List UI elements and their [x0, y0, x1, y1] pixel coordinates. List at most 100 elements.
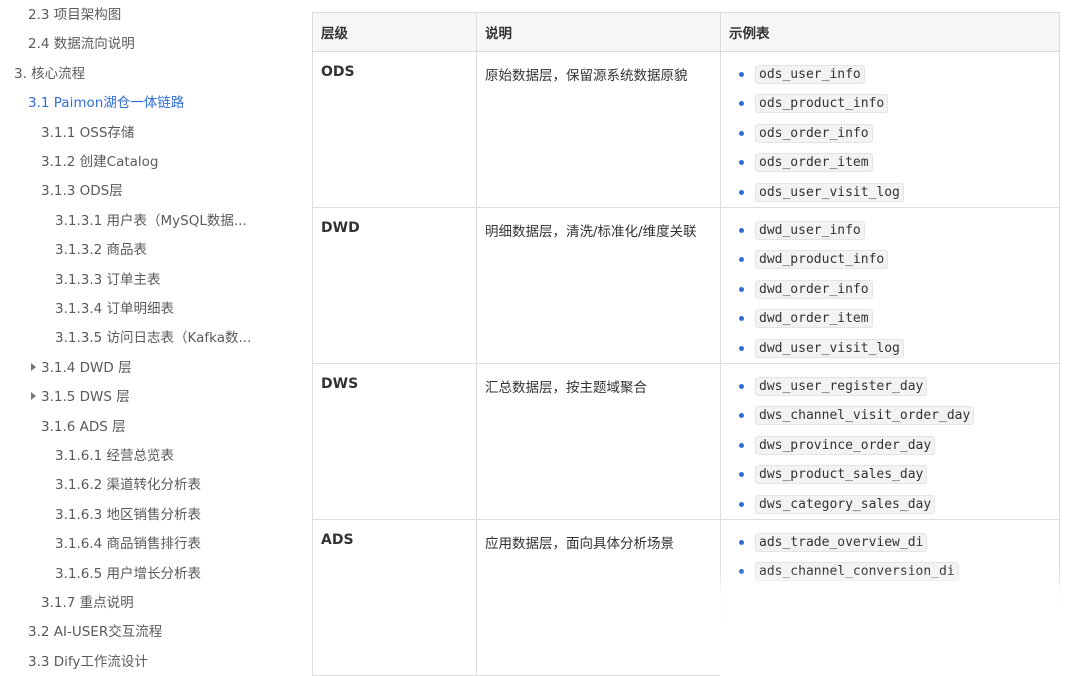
example-tables-cell: ads_trade_overview_di ads_channel_convers…: [720, 519, 1060, 676]
toc-item[interactable]: 3.1.3.3 订单主表: [55, 267, 161, 293]
layer-table-container: 层级 说明 示例表 ODS 原始数据层，保留源系统数据原貌 ods_user_inf…: [312, 12, 1060, 676]
toc-item[interactable]: 3.1.3.2 商品表: [55, 237, 147, 263]
bullet-icon: [739, 540, 744, 545]
toc-item[interactable]: 3.1.3.1 用户表（MySQL数据...: [55, 208, 247, 234]
toc-item[interactable]: 3.1.3 ODS层: [41, 178, 123, 204]
bullet-icon: [739, 413, 744, 419]
description-cell: 明细数据层，清洗/标准化/维度关联: [476, 207, 721, 364]
toc-item[interactable]: 3.1.6.5 用户增长分析表: [55, 561, 201, 587]
bullet-icon: [739, 286, 744, 292]
description-cell: 汇总数据层，按主题域聚合: [476, 363, 721, 520]
toc-item[interactable]: 3.1.7 重点说明: [41, 590, 134, 616]
toc-item-label: 3.1.6.5 用户增长分析表: [55, 565, 202, 582]
list-item: dws_province_order_day: [729, 431, 1051, 460]
toc-item-label: 3. 核心流程: [14, 65, 86, 82]
layer-cell: ODS: [312, 51, 477, 208]
bullet-icon: [739, 316, 744, 322]
toc-item[interactable]: 3.1.6 ADS 层: [41, 414, 126, 440]
list-item: ads_channel_conversion_di: [729, 557, 1051, 586]
toc-item[interactable]: 2.4 数据流向说明: [28, 31, 135, 57]
caret-right-icon[interactable]: [31, 362, 36, 371]
toc-item[interactable]: 3.2 AI-USER交互流程: [28, 619, 162, 645]
table-name-code: dws_product_sales_day: [755, 465, 928, 485]
list-item: dws_channel_visit_order_day: [729, 401, 1051, 430]
table-name-code: dwd_user_info: [755, 221, 865, 240]
toc-item[interactable]: 3.1.6.2 渠道转化分析表: [55, 472, 201, 498]
toc-item[interactable]: 3.3 Dify工作流设计: [28, 649, 148, 675]
layer-table: 层级 说明 示例表 ODS 原始数据层，保留源系统数据原貌 ods_user_inf…: [312, 12, 1060, 676]
example-table-list: ods_user_info ods_product_info ods_order_i…: [729, 60, 1051, 207]
bullet-icon: [739, 189, 744, 195]
table-name-code: dws_province_order_day: [755, 435, 936, 455]
example-tables-cell: ods_user_info ods_product_info ods_order_i…: [720, 51, 1060, 208]
table-name-code: ods_order_info: [755, 123, 873, 143]
table-name-code: dws_channel_visit_order_day: [755, 406, 975, 426]
bullet-icon: [739, 345, 744, 351]
toc-item-label: 3.1.6.1 经营总览表: [55, 448, 175, 464]
table-name-code: ods_order_item: [755, 153, 873, 173]
toc-item-label: 3.1.3 ODS层: [41, 183, 123, 200]
toc-item-label: 2.3 项目架构图: [28, 7, 122, 23]
toc-item-label: 3.1.6.3 地区销售分析表: [55, 506, 202, 523]
toc-item[interactable]: 3.1.6.3 地区销售分析表: [55, 502, 201, 528]
table-row: ODS 原始数据层，保留源系统数据原貌 ods_user_info ods_produ…: [312, 51, 1060, 208]
table-name-code: ads_channel_conversion_di: [755, 562, 959, 582]
example-table-list: dws_user_register_day dws_channel_visit_o…: [729, 372, 1051, 519]
bullet-icon: [739, 472, 744, 478]
toc-item[interactable]: 3.1.5 DWS 层: [31, 384, 130, 410]
table-name-code: dwd_order_item: [755, 309, 873, 329]
list-item: dws_user_register_day: [729, 372, 1051, 401]
header-example-tables: 示例表: [720, 12, 1060, 52]
table-name-code: ods_user_info: [755, 65, 865, 84]
table-name-code: dws_user_register_day: [755, 377, 928, 396]
toc-item-label: 3.1.6.2 渠道转化分析表: [55, 477, 202, 494]
toc-item-label: 3.1.1 OSS存储: [41, 124, 135, 141]
table-name-code: dwd_product_info: [755, 250, 889, 270]
list-item: ods_user_visit_log: [729, 178, 1051, 207]
toc-item[interactable]: 3.1.4 DWD 层: [31, 355, 132, 381]
toc-item-label: 3.1.3.4 订单明细表: [55, 301, 175, 317]
toc-item-label: 3.1 Paimon湖仓一体链路: [28, 95, 185, 112]
list-item: dwd_order_item: [729, 304, 1051, 333]
table-name-code: ads_trade_overview_di: [755, 533, 928, 552]
layer-cell: DWD: [312, 207, 477, 364]
toc-item[interactable]: 3.1.6.1 经营总览表: [55, 443, 174, 469]
toc-item[interactable]: 3.1.1 OSS存储: [41, 120, 134, 146]
toc-item-label: 3.1.3.1 用户表（MySQL数据...: [55, 212, 247, 229]
header-layer: 层级: [312, 12, 477, 52]
toc-item-label: 3.1.2 创建Catalog: [41, 154, 159, 170]
example-table-list: dwd_user_info dwd_product_info dwd_order_i…: [729, 216, 1051, 363]
example-tables-cell: dwd_user_info dwd_product_info dwd_order_i…: [720, 207, 1060, 364]
toc-item[interactable]: 3.1.6.4 商品销售排行表: [55, 531, 201, 557]
caret-right-icon[interactable]: [31, 392, 36, 401]
toc-item[interactable]: 3.1.3.5 访问日志表（Kafka数...: [55, 325, 251, 351]
bullet-icon: [739, 72, 744, 77]
toc-item-label: 3.1.6 ADS 层: [41, 418, 126, 435]
toc-item-label: 3.3 Dify工作流设计: [28, 653, 148, 670]
header-description: 说明: [476, 12, 721, 52]
list-item: ads_trade_overview_di: [729, 528, 1051, 557]
toc-item[interactable]: 3.1 Paimon湖仓一体链路: [28, 90, 184, 116]
bullet-icon: [739, 160, 744, 166]
list-item: dws_product_sales_day: [729, 460, 1051, 489]
table-name-code: dwd_user_visit_log: [755, 338, 904, 358]
list-item: dws_category_sales_day: [729, 490, 1051, 519]
toc-item[interactable]: 3.1.2 创建Catalog: [41, 149, 159, 175]
bullet-icon: [739, 569, 744, 575]
description-cell: 原始数据层，保留源系统数据原貌: [476, 51, 721, 208]
toc-item[interactable]: 2.3 项目架构图: [28, 2, 121, 28]
toc-item[interactable]: 3.1.3.4 订单明细表: [55, 296, 174, 322]
table-name-code: dwd_order_info: [755, 279, 873, 299]
table-name-code: dws_category_sales_day: [755, 494, 936, 514]
table-row: DWD 明细数据层，清洗/标准化/维度关联 dwd_user_info dwd_pro…: [312, 207, 1060, 364]
toc-item-label: 3.1.3.3 订单主表: [55, 271, 161, 288]
bullet-icon: [739, 384, 744, 389]
toc-item[interactable]: 3. 核心流程: [14, 61, 85, 87]
table-name-code: ods_product_info: [755, 94, 889, 114]
layer-cell: ADS: [312, 519, 477, 676]
toc-item-label: 3.1.5 DWS 层: [41, 389, 130, 406]
toc-item-label: 3.1.7 重点说明: [41, 595, 134, 611]
list-item: ods_order_item: [729, 148, 1051, 177]
toc-sidebar: 2.3 项目架构图 2.4 数据流向说明 3. 核心流程 3.1 Paimon湖仓一体…: [0, 0, 300, 676]
list-item: dwd_product_info: [729, 245, 1051, 274]
